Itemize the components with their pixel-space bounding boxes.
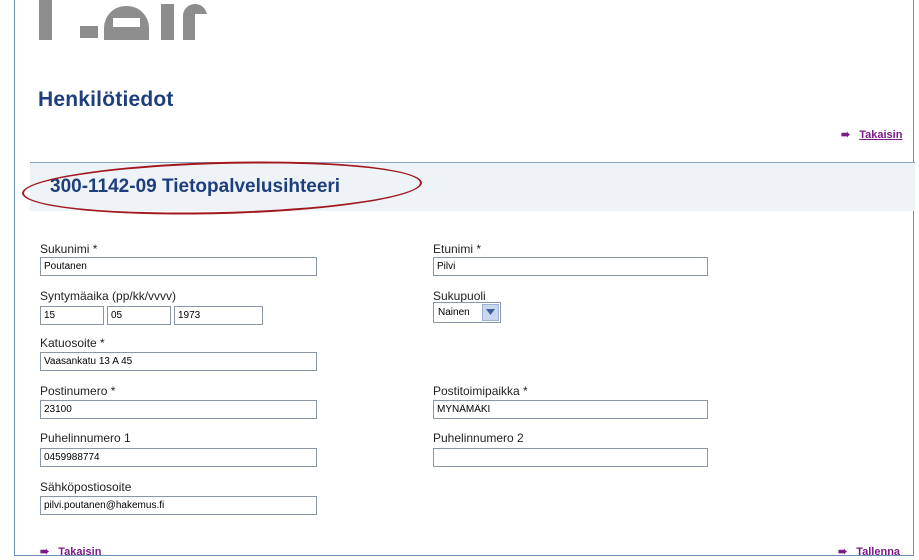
page-frame [14,0,914,556]
katuosoite-label: Katuosoite * [40,336,105,350]
sukunimi-label: Sukunimi * [40,242,98,256]
puhelinnumero1-label: Puhelinnumero 1 [40,431,131,445]
postinumero-label: Postinumero * [40,384,116,398]
site-logo [0,0,900,40]
back-link-bottom[interactable]: ➠ Takaisin [40,545,101,558]
postitoimipaikka-input[interactable] [433,400,708,419]
puhelinnumero2-label: Puhelinnumero 2 [433,431,524,445]
syntymaaika-label: Syntymäaika (pp/kk/vvvv) [40,289,177,303]
save-link-bottom-label[interactable]: Tallenna [856,546,900,558]
save-link-bottom[interactable]: ➠ Tallenna [838,545,900,558]
sukupuoli-select[interactable]: Nainen [433,302,501,323]
etunimi-label: Etunimi * [433,242,482,256]
sahkoposti-input[interactable] [40,496,317,515]
back-link-top-label[interactable]: Takaisin [859,129,902,141]
arrow-right-icon: ➠ [838,546,848,558]
birth-day-input[interactable] [40,306,104,325]
back-link-top[interactable]: ➠ Takaisin [841,128,902,141]
birth-year-input[interactable] [174,306,263,325]
sukupuoli-label: Sukupuoli [433,289,486,303]
back-link-bottom-label[interactable]: Takaisin [58,546,101,558]
arrow-right-icon: ➠ [40,546,50,558]
dropdown-arrow-icon[interactable] [482,304,499,321]
katuosoite-input[interactable] [40,352,317,371]
sahkoposti-label: Sähköpostiosoite [40,480,132,494]
etunimi-input[interactable] [433,257,708,276]
page-title: Henkilötiedot [38,88,174,111]
birth-month-input[interactable] [107,306,171,325]
arrow-right-icon: ➠ [841,129,851,141]
sukunimi-input[interactable] [40,257,317,276]
puhelinnumero1-input[interactable] [40,448,317,467]
puhelinnumero2-input[interactable] [433,448,708,467]
postinumero-input[interactable] [40,400,317,419]
sukupuoli-selected-value: Nainen [438,307,470,318]
postitoimipaikka-label: Postitoimipaikka * [433,384,528,398]
